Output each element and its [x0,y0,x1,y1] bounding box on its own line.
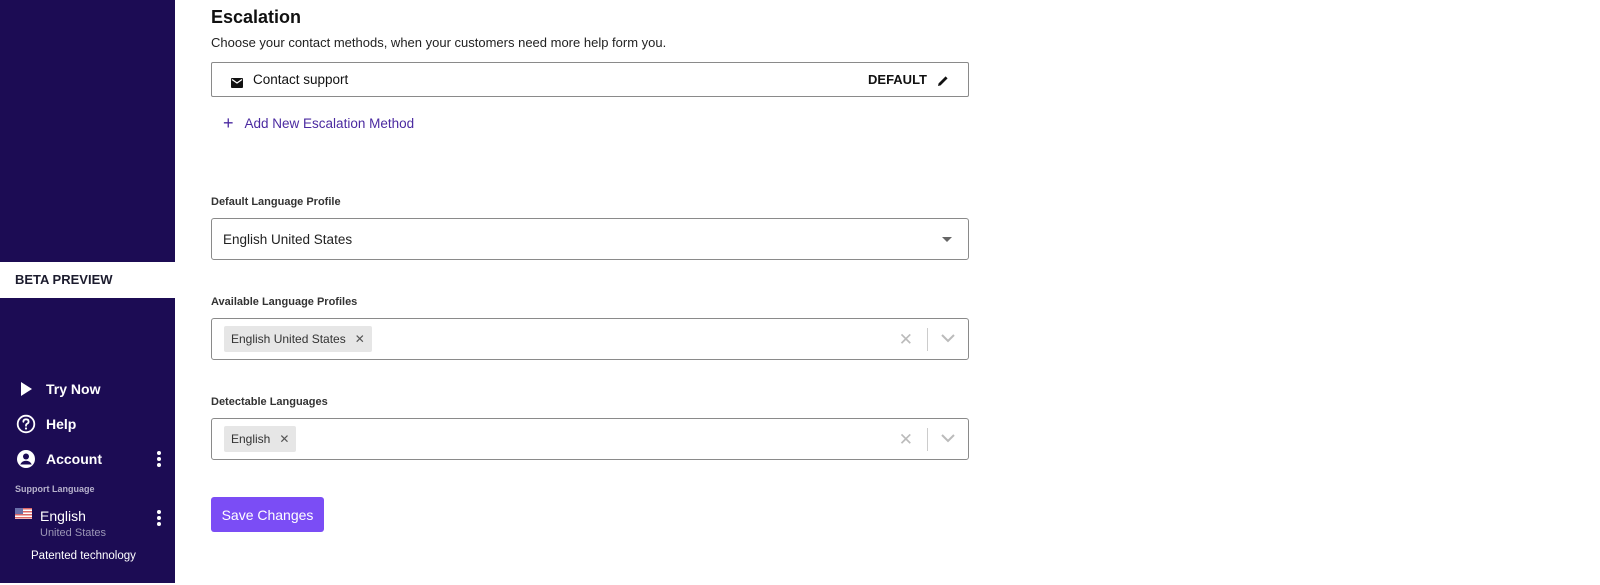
section-subtitle: Choose your contact methods, when your c… [211,35,667,50]
save-changes-button[interactable]: Save Changes [211,497,324,532]
sidebar-item-try-now[interactable]: Try Now [0,374,175,404]
chevron-down-icon[interactable] [940,430,956,446]
us-flag-icon [15,508,32,519]
detectable-languages-label: Detectable Languages [211,396,328,408]
available-languages-label: Available Language Profiles [211,296,358,308]
default-language-label: Default Language Profile [211,196,341,208]
add-escalation-method-link[interactable]: + Add New Escalation Method [223,114,414,132]
account-circle-icon [16,449,36,469]
language-name: English [40,508,86,524]
help-circle-icon [16,414,36,434]
beta-preview-banner: BETA PREVIEW [0,262,175,298]
chip-label: English [231,432,271,446]
sidebar-item-label: Try Now [46,381,101,397]
chip-label: English United States [231,332,346,346]
language-region: United States [40,527,107,539]
edit-icon[interactable] [937,74,949,86]
escalation-method-label: Contact support [253,72,349,87]
support-language-selector[interactable]: English United States [15,506,175,542]
language-chip: English United States ✕ [224,326,372,352]
account-more-icon[interactable] [157,451,161,467]
sidebar-item-account[interactable]: Account [0,444,175,474]
sidebar-item-label: Account [46,451,102,467]
mail-icon [231,75,243,88]
default-language-value: English United States [223,231,353,247]
indicator-separator [927,328,928,351]
section-title: Escalation [211,7,302,27]
sidebar: BETA PREVIEW Try Now Help Account Suppor… [0,0,175,583]
detectable-languages-multiselect[interactable]: English ✕ ✕ [211,418,969,460]
clear-all-icon[interactable]: ✕ [899,431,913,448]
indicator-separator [927,428,928,451]
language-chip: English ✕ [224,426,297,452]
sidebar-item-help[interactable]: Help [0,409,175,439]
play-icon [16,379,36,399]
plus-icon: + [223,113,234,133]
patented-technology-text: Patented technology [31,550,136,562]
language-more-icon[interactable] [157,510,161,526]
add-escalation-method-label: Add New Escalation Method [244,115,415,131]
remove-chip-icon[interactable]: ✕ [355,332,365,346]
sidebar-item-label: Help [46,416,77,432]
remove-chip-icon[interactable]: ✕ [279,432,289,446]
dropdown-caret-icon [942,237,952,242]
default-language-select[interactable]: English United States [211,218,969,260]
available-languages-multiselect[interactable]: English United States ✕ ✕ [211,318,969,360]
escalation-method-row[interactable]: Contact support DEFAULT [211,62,969,97]
chevron-down-icon[interactable] [940,330,956,346]
support-language-label: Support Language [15,484,95,494]
default-badge: DEFAULT [868,72,927,87]
clear-all-icon[interactable]: ✕ [899,331,913,348]
